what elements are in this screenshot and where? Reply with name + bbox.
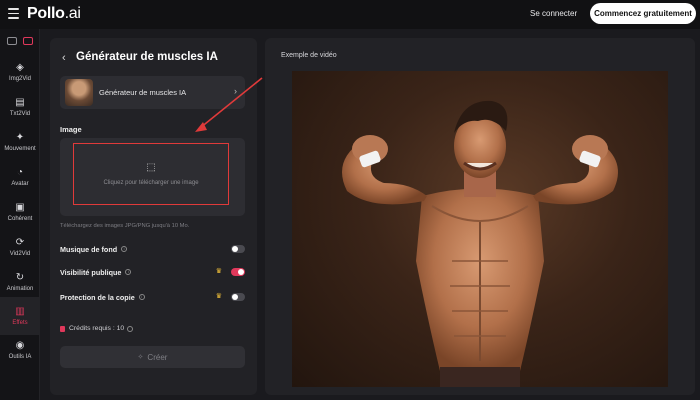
info-icon[interactable]: i [121, 246, 128, 252]
public-toggle[interactable] [231, 268, 245, 276]
motion-icon: ✦ [15, 132, 25, 143]
sidebar-item-label: Effets [12, 320, 28, 326]
img2vid-icon: ◈ [16, 62, 24, 73]
avatar-icon: ◔ [16, 167, 24, 178]
logo[interactable]: Pollo.ai [27, 5, 81, 23]
video-mode-icon[interactable] [23, 37, 33, 45]
info-icon[interactable] [127, 325, 134, 332]
sidebar-item-label: Outils IA [8, 354, 32, 360]
sidebar-item-label: Txt2Vid [9, 111, 31, 117]
sidebar-item-vid2vid[interactable]: ⟳ Vid2Vid [0, 228, 40, 266]
vid2vid-icon: ⟳ [15, 237, 25, 248]
top-bar: Pollo.ai Se connecter Commencez gratuite… [0, 0, 700, 29]
muscular-man-illustration [342, 100, 618, 387]
credits-label: Crédits requis : 10 [69, 325, 125, 332]
sidebar-item-label: Avatar [11, 181, 29, 187]
consistent-icon: ▣ [15, 202, 25, 213]
option-public: Visibilité publique i ♛ [60, 265, 245, 279]
create-button[interactable]: ✧ Créer [60, 346, 245, 368]
image-upload-area[interactable]: ⬚ Cliquez pour télécharger une image [60, 138, 245, 216]
upload-image-icon: ⬚ [146, 162, 156, 173]
menu-icon[interactable] [8, 8, 19, 20]
upload-highlight-frame[interactable]: ⬚ Cliquez pour télécharger une image [73, 143, 229, 205]
option-label: Protection de la copie [60, 292, 135, 302]
sidebar-item-txt2vid[interactable]: ▤ Txt2Vid [0, 88, 40, 126]
sidebar-item-consistent[interactable]: ▣ Cohérent [0, 193, 40, 231]
chevron-right-icon: › [234, 86, 237, 96]
generator-panel: ‹ Générateur de muscles IA Générateur de… [50, 38, 257, 395]
sidebar-item-label: Vid2Vid [9, 251, 31, 257]
effects-icon: ▥ [15, 306, 25, 317]
generator-name: Générateur de muscles IA [99, 88, 187, 97]
sidebar-item-motion[interactable]: ✦ Mouvement [0, 123, 40, 161]
sidebar-mode-switch [0, 33, 40, 49]
video-preview-panel: Exemple de vidéo [265, 38, 695, 395]
crown-icon: ♛ [215, 293, 222, 300]
generator-selector[interactable]: Générateur de muscles IA › [60, 76, 245, 109]
credit-gem-icon [60, 325, 65, 332]
sidebar-item-label: Img2Vid [9, 76, 31, 82]
sidebar-item-ai-tools[interactable]: ◉ Outils IA [0, 331, 40, 369]
create-label: Créer [147, 352, 168, 362]
preview-title: Exemple de vidéo [281, 52, 337, 59]
sidebar-item-avatar[interactable]: ◔ Avatar [0, 158, 40, 196]
option-label: Musique de fond [60, 244, 118, 254]
upload-instruction: Cliquez pour télécharger une image [103, 180, 199, 186]
sidebar-item-label: Mouvement [4, 146, 36, 152]
option-protect: Protection de la copie i ♛ [60, 290, 245, 304]
sidebar-item-img2vid[interactable]: ◈ Img2Vid [0, 53, 40, 91]
sidebar-item-label: Animation [6, 286, 34, 292]
sidebar-item-animation[interactable]: ↻ Animation [0, 263, 40, 301]
crown-icon: ♛ [215, 268, 222, 275]
sidebar-item-label: Cohérent [7, 216, 33, 222]
music-toggle[interactable] [231, 245, 245, 253]
info-icon[interactable]: i [138, 294, 145, 300]
login-link[interactable]: Se connecter [530, 9, 577, 18]
protect-toggle[interactable] [231, 293, 245, 301]
sample-video-thumbnail[interactable] [292, 71, 668, 387]
credits-required: Crédits requis : 10 [60, 325, 134, 332]
sparkle-icon: ✧ [137, 354, 144, 361]
image-mode-icon[interactable] [7, 37, 17, 45]
generator-thumbnail [65, 79, 93, 106]
ai-tools-icon: ◉ [15, 340, 25, 351]
animation-icon: ↻ [15, 272, 25, 283]
image-section-label: Image [60, 125, 82, 134]
sidebar-item-effects[interactable]: ▥ Effets [0, 297, 40, 335]
back-icon[interactable]: ‹ [62, 52, 66, 64]
upload-hint: Téléchargez des images JPG/PNG jusqu'à 1… [60, 223, 190, 229]
info-icon[interactable]: i [125, 269, 132, 275]
page-title: Générateur de muscles IA [76, 51, 218, 63]
option-music: Musique de fond i [60, 242, 245, 256]
option-label: Visibilité publique [60, 267, 122, 277]
sidebar: ◈ Img2Vid ▤ Txt2Vid ✦ Mouvement ◔ Avatar… [0, 29, 40, 400]
txt2vid-icon: ▤ [15, 97, 25, 108]
start-free-button[interactable]: Commencez gratuitement [590, 3, 696, 24]
